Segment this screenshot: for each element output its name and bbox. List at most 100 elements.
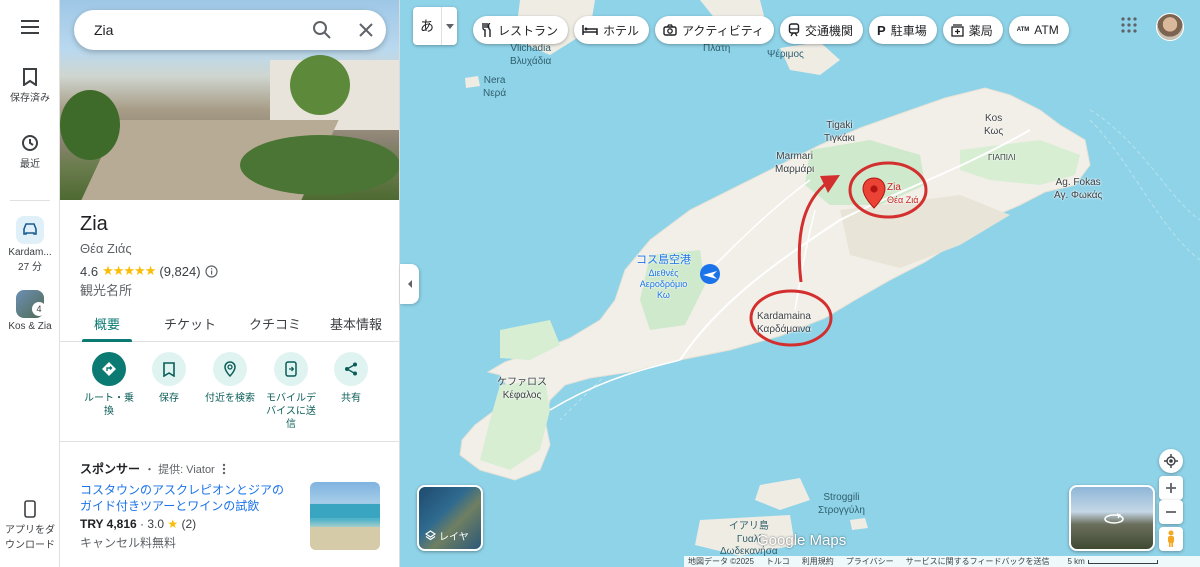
zoom-out-button[interactable] — [1159, 500, 1183, 524]
my-location-icon — [1164, 454, 1178, 468]
chip-label: ホテル — [603, 23, 640, 38]
tour-cancellation: キャンセル料無料 — [80, 536, 177, 550]
map-label-plati[interactable]: Πλάτη — [703, 43, 730, 56]
place-panel: Zia Zia Θέα Ζιάς 4.6 ★★★★★ (9,824) 観光名所 … — [60, 0, 400, 567]
map-canvas[interactable]: Vlichadia Βλυχάδια Πλάτη Ψέριμος Nera Νερά… — [400, 0, 1200, 567]
map-data-credit: 地図データ ©2025 — [688, 557, 754, 566]
saved-button[interactable]: 保存済み — [0, 68, 60, 104]
review-count[interactable]: (9,824) — [159, 264, 200, 279]
send-label-2: バイスに送 — [266, 406, 316, 417]
street-view-thumbnail[interactable] — [1069, 485, 1155, 551]
menu-button[interactable] — [0, 20, 60, 37]
action-bar: ルート・乗 換 保存 付近を検索 モバイルデ バイスに送 信 共有 — [60, 350, 399, 438]
search-box[interactable]: Zia — [74, 10, 386, 50]
region-link[interactable]: トルコ — [766, 556, 790, 567]
search-icon[interactable] — [312, 20, 332, 45]
plus-icon — [1166, 483, 1176, 493]
map-label-psermos[interactable]: Ψέριμος — [767, 49, 804, 62]
tab-tickets[interactable]: チケット — [164, 314, 216, 333]
collection-item[interactable]: 4 Kos & Zia — [0, 290, 60, 332]
search-input[interactable]: Zia — [94, 22, 113, 38]
map-label-stroggili[interactable]: Stroggili Στρογγύλη — [818, 492, 865, 517]
collection-count: 4 — [32, 302, 46, 316]
directions-icon — [92, 352, 126, 386]
nearby-button[interactable]: 付近を検索 — [195, 350, 265, 405]
scale-bar[interactable]: 5 km — [1067, 557, 1158, 566]
directions-label-2: 換 — [104, 406, 114, 417]
tab-reviews[interactable]: クチコミ — [249, 314, 301, 333]
map-label-vlichadia[interactable]: Vlichadia Βλυχάδια — [510, 43, 551, 68]
tour-thumbnail[interactable] — [310, 482, 380, 550]
sponsor-header: スポンサー ・ 提供: Viator — [80, 460, 229, 477]
map-label-kefalos[interactable]: ケファロス Κέφαλος — [497, 377, 547, 402]
place-category[interactable]: 観光名所 — [80, 280, 132, 299]
zoom-in-button[interactable] — [1159, 476, 1183, 500]
user-avatar[interactable] — [1156, 13, 1184, 41]
chip-label: 交通機関 — [805, 23, 854, 38]
recent-button[interactable]: 最近 — [0, 134, 60, 170]
chevron-down-icon[interactable] — [441, 7, 457, 45]
scale-label: 5 km — [1067, 557, 1085, 566]
tab-about[interactable]: 基本情報 — [330, 314, 382, 333]
chip-label: ATM — [1034, 23, 1059, 37]
chip-hotels[interactable]: ホテル — [574, 16, 650, 44]
layers-button[interactable]: レイヤ — [417, 485, 483, 551]
saved-label: 保存済み — [10, 93, 50, 104]
feedback-link[interactable]: サービスに関するフィードバックを送信 — [906, 556, 1050, 567]
place-native-name: Θέα Ζιάς — [80, 241, 132, 256]
input-language-label: あ — [420, 18, 434, 34]
rating-row: 4.6 ★★★★★ (9,824) — [80, 263, 218, 279]
send-to-phone-icon — [274, 352, 308, 386]
chip-label: レストラン — [498, 23, 559, 38]
tab-overview[interactable]: 概要 — [94, 314, 120, 333]
chip-pharmacy[interactable]: 薬局 — [942, 16, 1003, 44]
train-icon — [788, 23, 800, 37]
map-label-airport[interactable]: コス島空港 Διεθνές Αεροδρόμιο Κω — [636, 254, 691, 302]
place-tabs: 概要 チケット クチコミ 基本情報 — [60, 306, 399, 342]
privacy-link[interactable]: プライバシー — [846, 556, 894, 567]
chip-parking[interactable]: P 駐車場 — [869, 16, 937, 44]
google-apps-icon[interactable] — [1121, 17, 1137, 38]
pegman-button[interactable] — [1159, 527, 1183, 551]
bookmark-icon — [23, 68, 37, 86]
car-icon — [16, 216, 44, 244]
map-label-tigaki[interactable]: Tigaki Τιγκάκι — [824, 120, 855, 145]
chip-label: 駐車場 — [890, 23, 927, 38]
parking-icon: P — [877, 22, 886, 38]
more-options-icon[interactable] — [219, 463, 229, 475]
chip-activities[interactable]: アクティビティ — [655, 16, 774, 44]
download-app-button[interactable]: アプリをダ ウンロード — [0, 500, 60, 551]
camera-icon — [663, 24, 677, 36]
recent-trip-item[interactable]: Kardam... 27 分 — [0, 216, 60, 273]
send-label-3: 信 — [286, 419, 296, 430]
map-label-kardamaina[interactable]: Kardamaina Καρδάμαινα — [757, 311, 811, 336]
menu-icon — [21, 20, 39, 34]
map-label-agfokas[interactable]: Ag. Fokas Αγ. Φωκάς — [1054, 177, 1102, 202]
layers-icon — [425, 530, 436, 541]
chip-atm[interactable]: ATM ATM — [1008, 16, 1069, 44]
info-icon[interactable] — [204, 264, 218, 278]
close-icon[interactable] — [356, 20, 376, 45]
tour-title-link[interactable]: コスタウンのアスクレピオンとジアのガイド付きツアーとワインの試飲 — [80, 482, 290, 514]
restaurant-icon — [482, 23, 491, 37]
collapse-panel-button[interactable] — [400, 264, 419, 304]
chip-transit[interactable]: 交通機関 — [780, 16, 864, 44]
map-label-kos[interactable]: Kos Κως — [984, 113, 1003, 138]
map-pin-label-zia[interactable]: Zia Θέα Ζιά — [887, 182, 918, 206]
nearby-search-icon — [213, 352, 247, 386]
terms-link[interactable]: 利用規約 — [802, 556, 834, 567]
minus-icon — [1166, 511, 1176, 513]
map-label-giapili[interactable]: ΓΙΑΠΙΛΙ — [988, 153, 1016, 163]
share-button[interactable]: 共有 — [316, 350, 386, 405]
save-button[interactable]: 保存 — [134, 350, 204, 405]
chip-restaurants[interactable]: レストラン — [473, 16, 569, 44]
map-label-nera[interactable]: Nera Νερά — [483, 75, 506, 100]
chip-label: アクティビティ — [682, 23, 764, 38]
map-label-marmari[interactable]: Marmari Μαρμάρι — [775, 151, 814, 176]
rating-stars: ★★★★★ — [102, 263, 156, 278]
my-location-button[interactable] — [1159, 449, 1183, 473]
left-rail: 保存済み 最近 Kardam... 27 分 4 Kos & Zia アプリをダ… — [0, 0, 60, 567]
collection-label: Kos & Zia — [8, 321, 52, 332]
category-chips: レストラン ホテル アクティビティ 交通機関 P 駐車場 薬局 ATM ATM — [473, 16, 1069, 44]
input-tools-button[interactable]: あ — [413, 7, 457, 45]
